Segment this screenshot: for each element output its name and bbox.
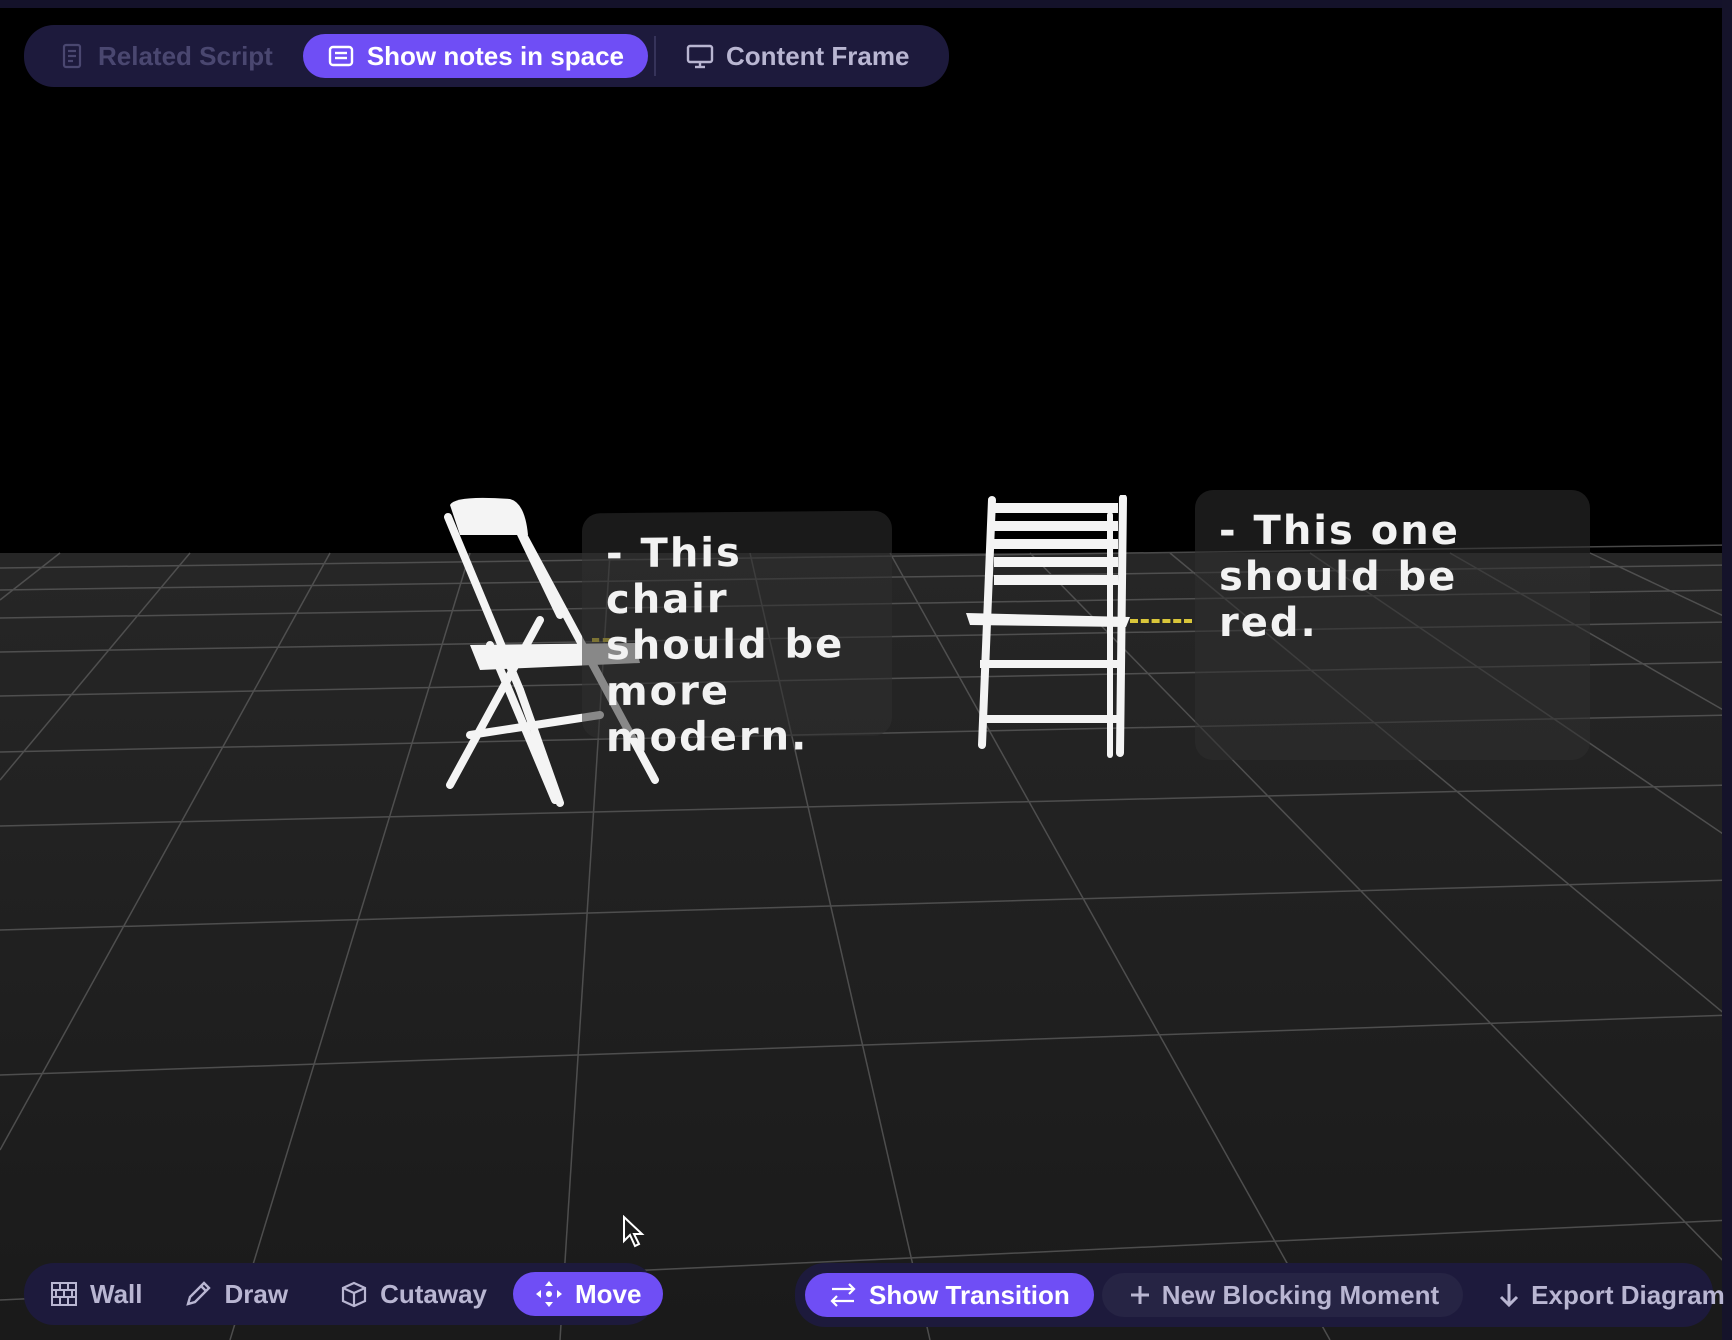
wall-label: Wall — [90, 1278, 143, 1309]
cube-cutaway-icon — [340, 1280, 368, 1308]
cutaway-button[interactable]: Cutaway — [324, 1272, 503, 1316]
content-frame-label: Content Frame — [726, 40, 910, 71]
note-line: more — [606, 668, 731, 716]
note-line: - This one — [1219, 508, 1460, 554]
wall-button[interactable]: Wall — [34, 1272, 158, 1316]
toolbar-divider — [654, 36, 656, 76]
pencil-icon — [184, 1280, 212, 1308]
export-diagram-button[interactable]: Export Diagram — [1471, 1273, 1732, 1317]
note-leader-line — [1130, 619, 1192, 623]
bottom-right-toolbar: Show Transition New Blocking Moment Expo… — [795, 1263, 1725, 1327]
draw-button[interactable]: Draw — [168, 1272, 304, 1316]
plus-icon — [1126, 1281, 1154, 1309]
spatial-note[interactable]: - This chair should be more modern. — [582, 510, 892, 761]
window-right-border — [1722, 0, 1732, 1340]
move-button[interactable]: Move — [512, 1272, 664, 1316]
notes-icon — [327, 42, 355, 70]
export-diagram-label: Export Diagram — [1531, 1279, 1725, 1310]
monitor-icon — [686, 42, 714, 70]
mouse-cursor-icon — [623, 1215, 645, 1248]
spatial-note[interactable]: - This one should be red. — [1195, 490, 1590, 760]
related-script-label: Related Script — [98, 40, 273, 71]
slatted-chair-model[interactable] — [960, 495, 1140, 760]
note-line: should be — [1219, 554, 1458, 600]
draw-label: Draw — [224, 1278, 289, 1309]
document-icon — [58, 42, 86, 70]
new-blocking-moment-button[interactable]: New Blocking Moment — [1101, 1273, 1464, 1317]
move-label: Move — [574, 1278, 642, 1309]
note-line: modern. — [606, 713, 809, 762]
show-notes-in-space-button[interactable]: Show notes in space — [302, 34, 648, 78]
related-script-button[interactable]: Related Script — [34, 34, 297, 78]
note-line: - This chair — [606, 529, 742, 624]
content-frame-button[interactable]: Content Frame — [662, 34, 933, 78]
move-arrows-icon — [535, 1280, 563, 1308]
top-toolbar: Related Script Show notes in space Conte… — [24, 25, 949, 87]
arrow-down-icon — [1495, 1281, 1523, 1309]
note-line: red. — [1219, 600, 1318, 646]
transition-icon — [829, 1281, 857, 1309]
show-transition-button[interactable]: Show Transition — [805, 1273, 1094, 1317]
note-line: should be — [606, 621, 845, 670]
show-notes-label: Show notes in space — [366, 40, 624, 71]
3d-viewport[interactable]: - This chair should be more modern. - Th… — [0, 0, 1732, 1340]
bottom-left-toolbar: Wall Draw Cutaway Move — [24, 1263, 664, 1325]
brick-wall-icon — [50, 1280, 78, 1308]
cutaway-label: Cutaway — [380, 1278, 487, 1309]
new-blocking-moment-label: New Blocking Moment — [1161, 1279, 1440, 1310]
show-transition-label: Show Transition — [869, 1279, 1070, 1310]
